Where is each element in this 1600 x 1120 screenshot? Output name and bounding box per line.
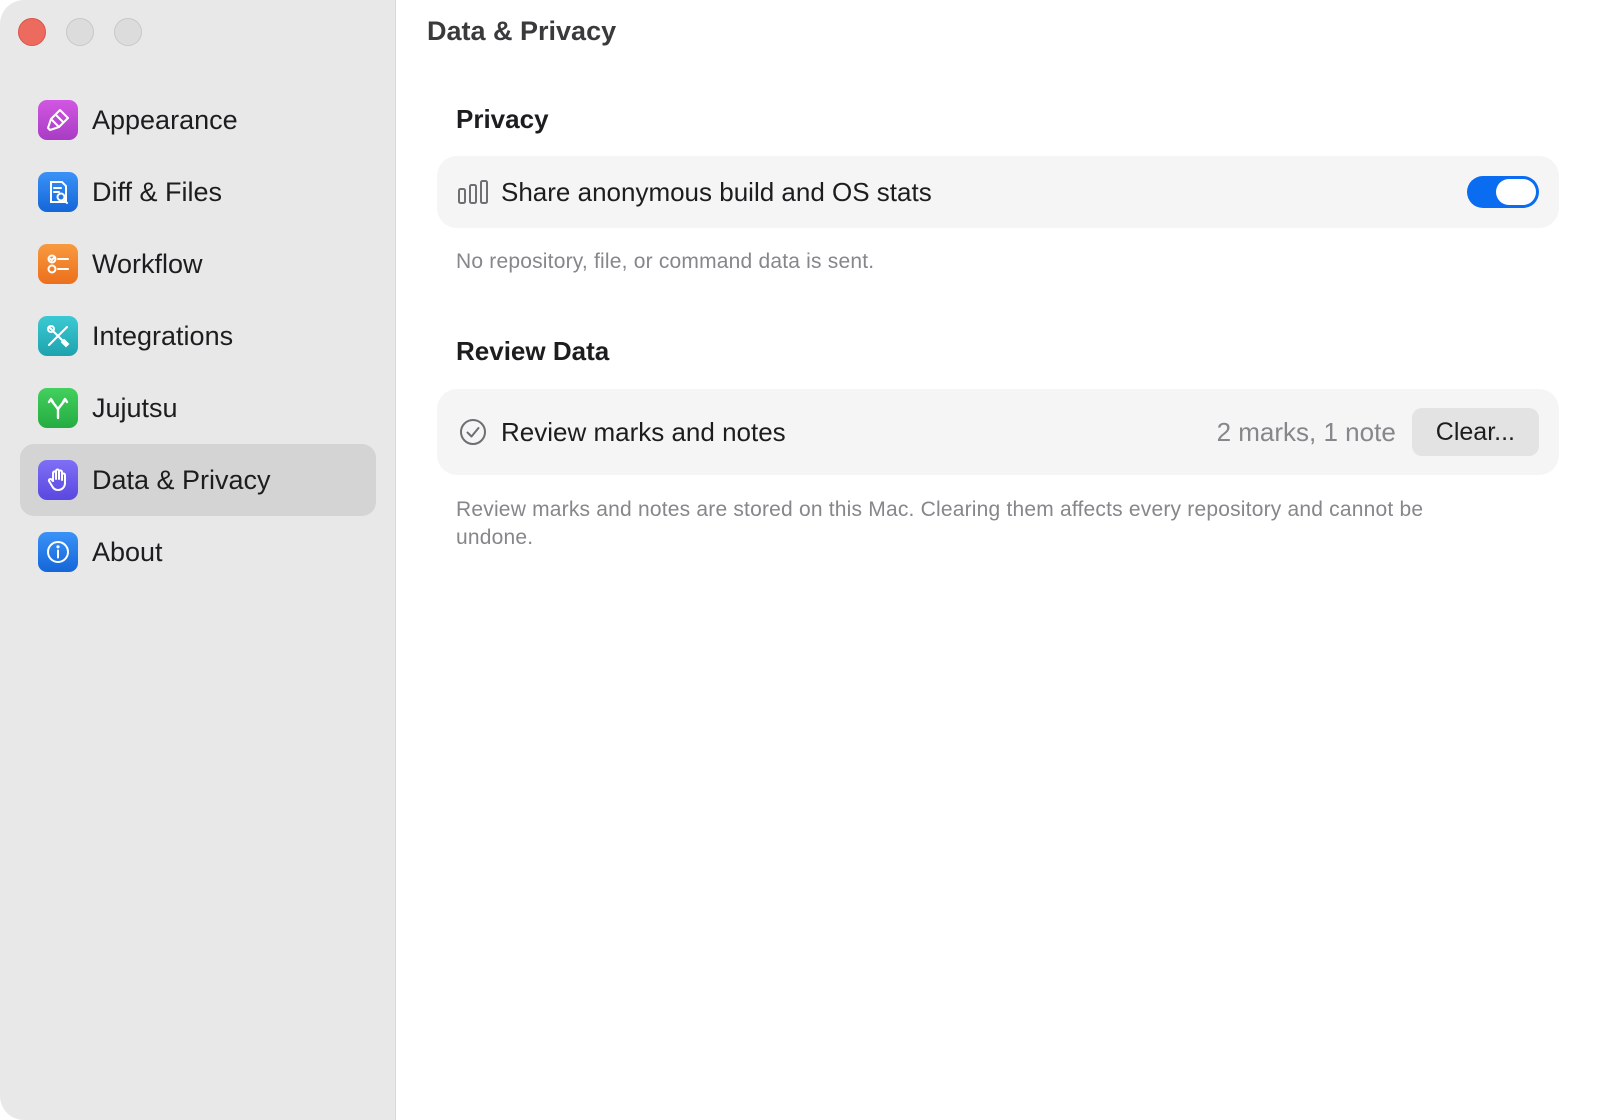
info-icon xyxy=(38,532,78,572)
sidebar-item-label: Diff & Files xyxy=(92,176,223,207)
close-window-button[interactable] xyxy=(18,18,46,46)
review-section-title: Review Data xyxy=(456,336,610,366)
sidebar-item-label: Appearance xyxy=(92,104,238,135)
checkmark-circle-icon xyxy=(455,414,491,450)
sidebar-item-diff-files[interactable]: Diff & Files xyxy=(20,156,376,228)
review-marks-count: 2 marks, 1 note xyxy=(1216,416,1396,447)
sidebar-item-about[interactable]: About xyxy=(20,516,376,588)
zoom-window-button[interactable] xyxy=(114,18,142,46)
minimize-window-button[interactable] xyxy=(66,18,94,46)
settings-window: Appearance Diff & Files Workflow Integra… xyxy=(0,0,1600,1120)
page-title: Data & Privacy xyxy=(427,16,617,46)
sidebar-item-workflow[interactable]: Workflow xyxy=(20,228,376,300)
toggle-knob xyxy=(1496,179,1536,205)
document-magnifier-icon xyxy=(38,172,78,212)
sidebar-item-label: Data & Privacy xyxy=(92,464,271,495)
share-stats-toggle[interactable] xyxy=(1467,176,1539,208)
paintbrush-icon xyxy=(38,100,78,140)
window-controls xyxy=(18,18,142,46)
clear-review-data-button[interactable]: Clear... xyxy=(1411,408,1539,456)
privacy-section-title: Privacy xyxy=(456,104,549,134)
bar-chart-icon xyxy=(455,174,491,210)
branch-fork-icon xyxy=(38,388,78,428)
privacy-footnote: No repository, file, or command data is … xyxy=(456,250,875,273)
sidebar-item-label: Integrations xyxy=(92,320,234,351)
review-footnote: Review marks and notes are stored on thi… xyxy=(456,498,1424,549)
raised-hand-icon xyxy=(38,460,78,500)
sidebar-item-appearance[interactable]: Appearance xyxy=(20,84,376,156)
main-content: Data & Privacy Privacy Share anonymous b… xyxy=(397,0,1600,1120)
review-marks-row: Review marks and notes 2 marks, 1 note C… xyxy=(437,389,1559,475)
sidebar-item-label: Workflow xyxy=(92,248,203,279)
wrench-screwdriver-icon xyxy=(38,316,78,356)
share-stats-row: Share anonymous build and OS stats xyxy=(437,156,1559,228)
sidebar-nav: Appearance Diff & Files Workflow Integra… xyxy=(20,84,376,588)
checklist-icon xyxy=(38,244,78,284)
sidebar-item-data-privacy[interactable]: Data & Privacy xyxy=(20,444,376,516)
share-stats-label: Share anonymous build and OS stats xyxy=(501,176,932,207)
review-marks-label: Review marks and notes xyxy=(501,416,786,447)
sidebar: Appearance Diff & Files Workflow Integra… xyxy=(0,0,396,1120)
sidebar-item-label: Jujutsu xyxy=(92,392,178,423)
sidebar-item-integrations[interactable]: Integrations xyxy=(20,300,376,372)
sidebar-item-label: About xyxy=(92,536,163,567)
sidebar-item-jujutsu[interactable]: Jujutsu xyxy=(20,372,376,444)
